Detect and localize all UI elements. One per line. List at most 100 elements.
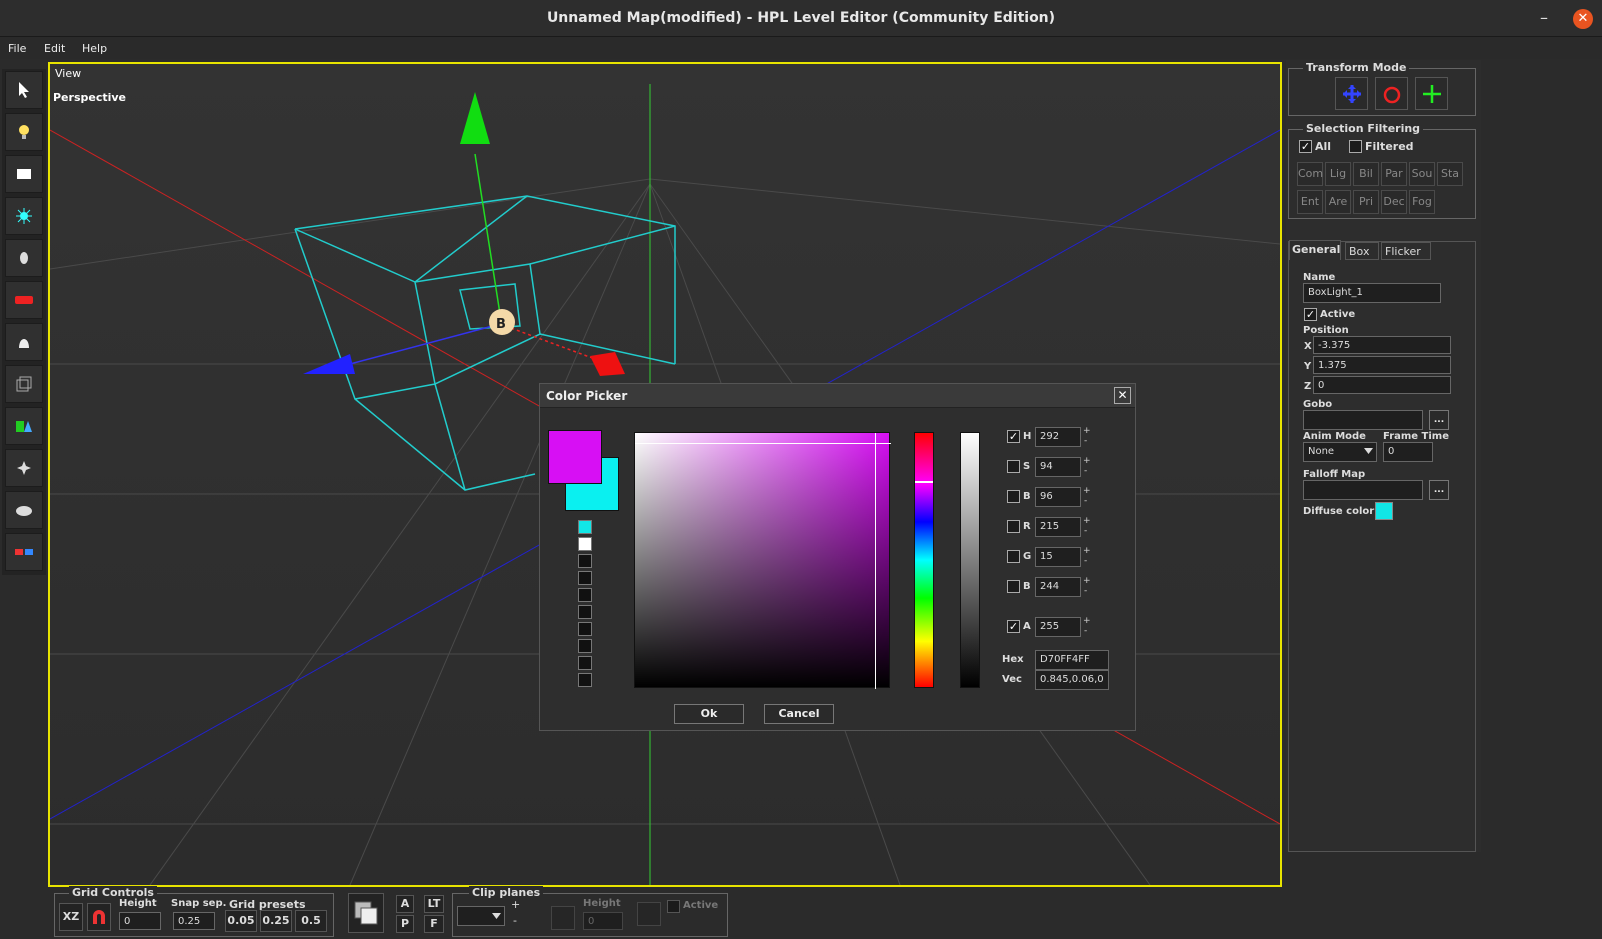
entity-icon[interactable] [5,323,43,361]
clip-height-input[interactable]: 0 [583,912,623,930]
area-icon[interactable] [5,365,43,403]
grid-preset-3[interactable]: 0.5 [295,910,327,932]
tab-box[interactable]: Box [1345,242,1379,260]
grid-preset-2[interactable]: 0.25 [260,910,292,932]
dialog-close-button[interactable]: ✕ [1114,387,1131,404]
spin-down-button[interactable]: - [1084,466,1092,486]
scale-icon[interactable] [1415,77,1448,110]
gobo-input[interactable] [1303,410,1423,430]
spin-down-button[interactable]: - [1084,556,1092,576]
alpha-slider[interactable] [960,432,980,688]
active-checkbox[interactable]: ✓ [1304,308,1317,321]
add-clip-plane-button[interactable]: + [511,898,520,911]
channel-checkbox[interactable] [1007,490,1020,503]
fog-icon[interactable] [5,491,43,529]
select-arrow-icon[interactable] [5,71,43,109]
view-f-button[interactable]: F [424,915,444,933]
filter-button-lig[interactable]: Lig [1325,162,1351,186]
vec-input[interactable]: 0.845,0.06,0 [1035,670,1109,690]
view-lt-button[interactable]: LT [424,895,444,913]
clip-plane-flip-button[interactable] [637,902,661,926]
spin-down-button[interactable]: - [1084,496,1092,516]
clip-plane-select[interactable] [457,906,505,926]
grid-preset-1[interactable]: 0.05 [225,910,257,932]
channel-checkbox[interactable] [1007,460,1020,473]
hex-input[interactable]: D70FF4FF [1035,650,1109,670]
name-input[interactable]: BoxLight_1 [1303,283,1441,303]
spin-down-button[interactable]: - [1084,526,1092,546]
filter-button-par[interactable]: Par [1381,162,1407,186]
recent-color-swatch[interactable] [578,673,592,687]
filter-button-bil[interactable]: Bil [1353,162,1379,186]
ok-button[interactable]: Ok [674,704,744,724]
position-z-input[interactable]: 0 [1313,376,1451,394]
recent-color-swatch[interactable] [578,554,592,568]
channel-checkbox[interactable]: ✓ [1007,620,1020,633]
filter-button-pri[interactable]: Pri [1353,190,1379,214]
falloff-input[interactable] [1303,480,1423,500]
channel-checkbox[interactable] [1007,550,1020,563]
channel-input[interactable]: 215 [1035,517,1081,537]
position-y-input[interactable]: 1.375 [1313,356,1451,374]
recent-color-swatch[interactable] [578,571,592,585]
billboard-icon[interactable] [5,155,43,193]
channel-checkbox[interactable] [1007,580,1020,593]
position-x-input[interactable]: -3.375 [1313,336,1451,354]
view-p-button[interactable]: P [396,915,414,933]
recent-color-swatch[interactable] [578,588,592,602]
close-window-button[interactable]: ✕ [1573,9,1593,29]
filter-button-com[interactable]: Com [1297,162,1323,186]
decal-icon[interactable] [5,449,43,487]
all-checkbox[interactable]: ✓ [1299,140,1312,153]
filter-button-fog[interactable]: Fog [1409,190,1435,214]
light-bulb-icon[interactable] [5,113,43,151]
filter-button-ent[interactable]: Ent [1297,190,1323,214]
cancel-button[interactable]: Cancel [764,704,834,724]
diffuse-color-swatch[interactable] [1375,502,1393,520]
tab-flicker[interactable]: Flicker [1381,242,1431,260]
channel-input[interactable]: 255 [1035,617,1081,637]
combine-icon[interactable] [5,533,43,571]
spin-down-button[interactable]: - [1084,436,1092,456]
falloff-browse-button[interactable]: ... [1429,480,1449,500]
gobo-browse-button[interactable]: ... [1429,410,1449,430]
channel-input[interactable]: 96 [1035,487,1081,507]
filter-button-sou[interactable]: Sou [1409,162,1435,186]
channel-input[interactable]: 94 [1035,457,1081,477]
translate-icon[interactable] [1335,77,1368,110]
recent-color-swatch[interactable] [578,605,592,619]
recent-color-swatch[interactable] [578,520,592,534]
viewport-mode[interactable]: Perspective [53,91,126,104]
filtered-checkbox[interactable] [1349,140,1362,153]
particle-icon[interactable] [5,197,43,235]
minimize-button[interactable]: – [1540,8,1548,27]
recent-color-swatch[interactable] [578,622,592,636]
recent-color-swatch[interactable] [578,639,592,653]
tab-general[interactable]: General [1289,240,1341,260]
snap-input[interactable]: 0.25 [173,912,215,930]
menu-file[interactable]: File [8,42,26,55]
recent-color-swatch[interactable] [578,656,592,670]
channel-input[interactable]: 15 [1035,547,1081,567]
anim-mode-select[interactable]: None [1303,442,1377,462]
snap-magnet-icon[interactable] [87,903,111,931]
filter-button-are[interactable]: Are [1325,190,1351,214]
static-object-icon[interactable] [5,281,43,319]
sound-icon[interactable] [5,239,43,277]
menu-edit[interactable]: Edit [44,42,65,55]
remove-clip-plane-button[interactable]: - [513,914,517,927]
primitive-icon[interactable] [5,407,43,445]
frame-time-input[interactable]: 0 [1383,442,1433,462]
clip-plane-axis-button[interactable] [551,906,575,930]
hue-slider[interactable] [914,432,934,688]
spin-down-button[interactable]: - [1084,626,1092,646]
grid-plane-button[interactable]: XZ [59,903,83,931]
view-a-button[interactable]: A [396,895,414,913]
spin-down-button[interactable]: - [1084,586,1092,606]
saturation-brightness-area[interactable] [634,432,891,689]
recent-color-swatch[interactable] [578,537,592,551]
rotate-icon[interactable] [1375,77,1408,110]
layers-icon[interactable] [348,893,384,933]
grid-height-input[interactable]: 0 [119,912,161,930]
channel-checkbox[interactable] [1007,520,1020,533]
